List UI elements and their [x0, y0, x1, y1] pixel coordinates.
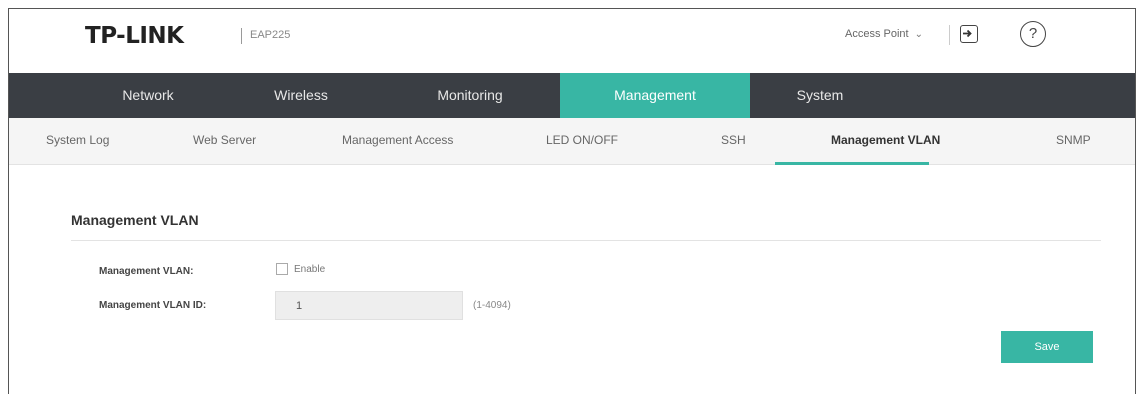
active-tab-underline [775, 162, 929, 165]
sub-nav: System Log Web Server Management Access … [9, 118, 1135, 165]
nav-management[interactable]: Management [560, 73, 750, 118]
subnav-web-server[interactable]: Web Server [193, 118, 256, 165]
mode-select[interactable]: Access Point ⌄ [845, 28, 923, 40]
subnav-management-vlan[interactable]: Management VLAN [831, 118, 940, 165]
logout-button[interactable] [960, 25, 978, 43]
nav-wireless[interactable]: Wireless [255, 73, 347, 118]
logo-divider [241, 28, 242, 44]
app-window: TP-LINK EAP225 Access Point ⌄ ? Network … [8, 8, 1136, 394]
enable-checkbox[interactable] [276, 263, 288, 275]
management-vlan-id-label: Management VLAN ID: [99, 300, 207, 311]
subnav-system-log[interactable]: System Log [46, 118, 109, 165]
nav-network[interactable]: Network [105, 73, 191, 118]
subnav-led[interactable]: LED ON/OFF [546, 118, 618, 165]
subnav-snmp[interactable]: SNMP [1056, 118, 1091, 165]
mode-select-label: Access Point [845, 28, 909, 40]
section-title: Management VLAN [71, 212, 199, 228]
nav-system[interactable]: System [783, 73, 857, 118]
subnav-ssh[interactable]: SSH [721, 118, 746, 165]
help-button[interactable]: ? [1020, 21, 1046, 47]
brand-logo: TP-LINK [85, 23, 184, 49]
section-divider [71, 240, 1101, 241]
logout-icon [963, 29, 972, 38]
enable-label: Enable [294, 263, 326, 275]
vlan-id-range-hint: (1-4094) [473, 300, 511, 311]
enable-checkbox-group[interactable]: Enable [276, 263, 325, 275]
management-vlan-label: Management VLAN: [99, 266, 194, 277]
save-button[interactable]: Save [1001, 331, 1093, 363]
nav-monitoring[interactable]: Monitoring [417, 73, 523, 118]
header-divider [949, 25, 950, 45]
subnav-management-access[interactable]: Management Access [342, 118, 453, 165]
model-name: EAP225 [250, 29, 291, 41]
vlan-id-input[interactable] [275, 291, 463, 320]
main-nav: Network Wireless Monitoring Management S… [9, 73, 1135, 118]
header: TP-LINK EAP225 Access Point ⌄ ? [9, 9, 1135, 73]
chevron-down-icon: ⌄ [914, 28, 923, 40]
